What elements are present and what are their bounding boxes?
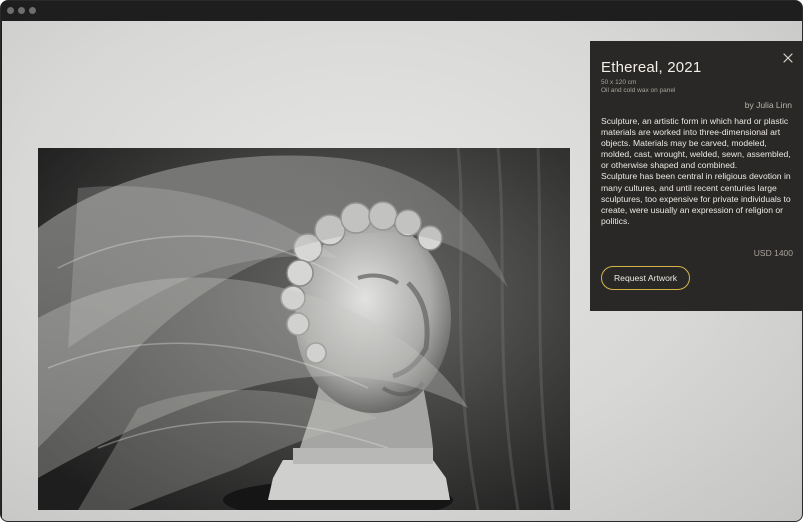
artwork-description: Sculpture, an artistic form in which har… — [601, 116, 797, 227]
artwork-info-panel: Ethereal, 2021 50 x 120 cm Oil and cold … — [590, 41, 802, 311]
close-button[interactable] — [782, 51, 794, 63]
close-icon — [783, 53, 793, 63]
request-artwork-button[interactable]: Request Artwork — [601, 266, 690, 290]
artwork-title: Ethereal, 2021 — [601, 59, 702, 76]
artwork-image[interactable] — [38, 148, 570, 510]
artwork-medium: Oil and cold wax on panel — [601, 87, 676, 94]
window-maximize-control[interactable] — [29, 7, 36, 14]
gallery-canvas: Ethereal, 2021 50 x 120 cm Oil and cold … — [2, 21, 802, 521]
title-bar — [1, 1, 802, 21]
description-paragraph: Sculpture, an artistic form in which har… — [601, 116, 791, 171]
window-minimize-control[interactable] — [18, 7, 25, 14]
artwork-price: USD 1400 — [753, 248, 793, 258]
sculpture-image — [38, 148, 570, 510]
app-window: Ethereal, 2021 50 x 120 cm Oil and cold … — [0, 0, 803, 522]
description-paragraph: Sculpture has been central in religious … — [601, 171, 791, 226]
artist-name[interactable]: by Julia Linn — [745, 100, 792, 110]
window-close-control[interactable] — [7, 7, 14, 14]
artwork-dimensions: 50 x 120 cm — [601, 79, 637, 86]
